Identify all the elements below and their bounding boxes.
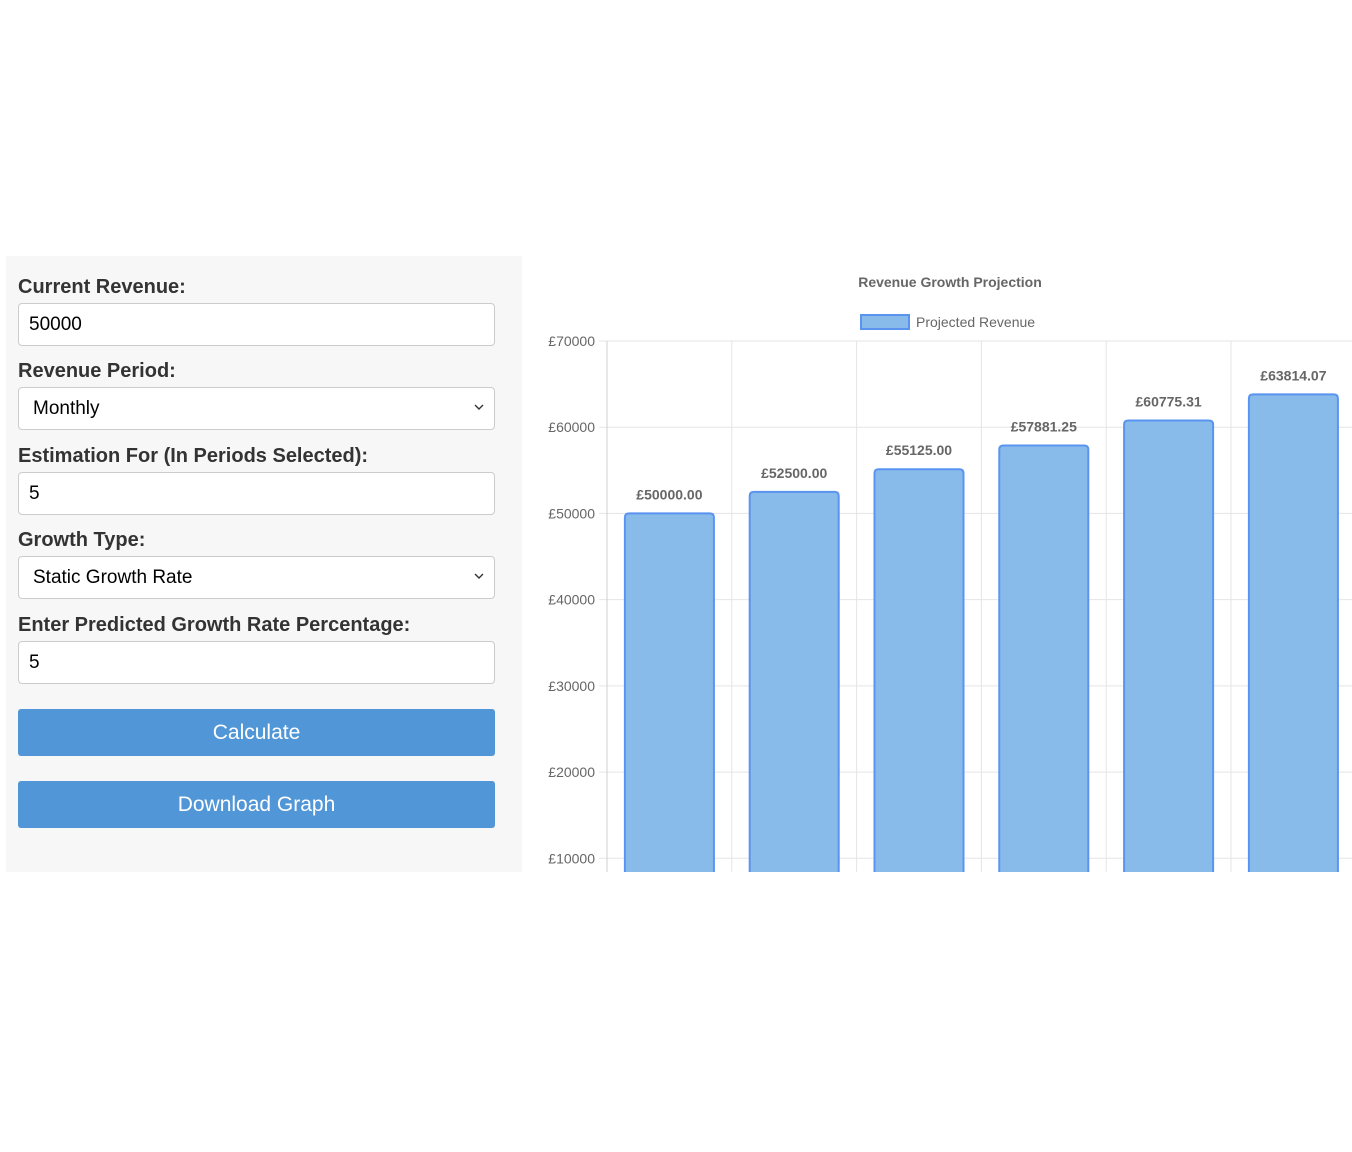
revenue-period-select[interactable]: Monthly	[18, 387, 495, 430]
y-tick-label: £60000	[548, 419, 595, 435]
current-revenue-input[interactable]: 50000	[18, 303, 495, 346]
chart-title: Revenue Growth Projection	[858, 274, 1042, 290]
bar[interactable]	[623, 512, 715, 872]
legend-label[interactable]: Projected Revenue	[916, 314, 1035, 330]
bar[interactable]	[873, 468, 965, 872]
bar-data-label: £63814.07	[1260, 367, 1326, 383]
bar-data-label: £55125.00	[886, 442, 952, 458]
revenue-period-label: Revenue Period:	[18, 360, 176, 382]
y-tick-label: £20000	[548, 764, 595, 780]
y-tick-label: £10000	[548, 850, 595, 866]
legend-swatch	[860, 314, 910, 330]
download-graph-button[interactable]: Download Graph	[18, 781, 495, 828]
estimation-label: Estimation For (In Periods Selected):	[18, 445, 369, 467]
chevron-down-icon	[474, 404, 484, 410]
estimation-input[interactable]: 5	[18, 472, 495, 515]
revenue-period-value: Monthly	[33, 397, 100, 419]
bar[interactable]	[748, 490, 840, 872]
growth-type-select[interactable]: Static Growth Rate	[18, 556, 495, 599]
bar-data-label: £57881.25	[1011, 418, 1077, 434]
bar-data-label: £50000.00	[636, 486, 702, 502]
calculator-form: Current Revenue: 50000 Revenue Period: M…	[6, 256, 522, 872]
bar[interactable]	[1247, 393, 1339, 872]
calculate-button[interactable]: Calculate	[18, 709, 495, 756]
bar[interactable]	[1123, 419, 1215, 872]
growth-rate-input[interactable]: 5	[18, 641, 495, 684]
growth-type-value: Static Growth Rate	[33, 566, 193, 588]
bar[interactable]	[998, 444, 1090, 872]
growth-type-label: Growth Type:	[18, 529, 146, 551]
y-tick-label: £40000	[548, 592, 595, 608]
growth-rate-label: Enter Predicted Growth Rate Percentage:	[18, 614, 411, 636]
bar-data-label: £52500.00	[761, 465, 827, 481]
y-tick-label: £30000	[548, 678, 595, 694]
revenue-chart: Revenue Growth Projection Projected Reve…	[530, 256, 1352, 872]
chart-svg: Revenue Growth Projection Projected Reve…	[548, 274, 1352, 872]
bar-data-label: £60775.31	[1136, 394, 1202, 410]
y-tick-label: £70000	[548, 333, 595, 349]
y-tick-label: £50000	[548, 505, 595, 521]
current-revenue-label: Current Revenue:	[18, 276, 186, 298]
chevron-down-icon	[474, 573, 484, 579]
